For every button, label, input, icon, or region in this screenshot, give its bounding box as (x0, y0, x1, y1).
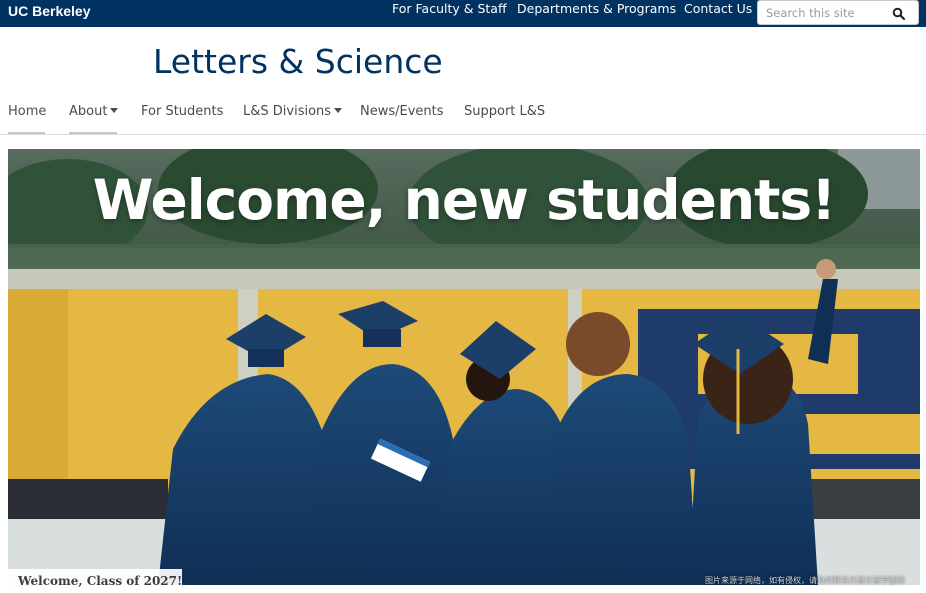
nav-about-underline (69, 132, 117, 134)
hero-caption: Welcome, Class of 2027! (18, 574, 183, 588)
image-watermark: 图片来源于网络，如有侵权，请及时联系托普仕留学删除 (705, 576, 905, 585)
nav-support-ls[interactable]: Support L&S (464, 103, 545, 121)
nav-ls-divisions[interactable]: L&S Divisions (243, 103, 343, 121)
nav-for-students-label: For Students (141, 104, 224, 119)
nav-home-label: Home (8, 104, 47, 119)
nav-support-ls-label: Support L&S (464, 104, 546, 119)
nav-news-events[interactable]: News/Events (360, 103, 444, 121)
nav-about-label: About (69, 104, 108, 119)
nav-home[interactable]: Home (8, 103, 46, 121)
nav-news-events-label: News/Events (360, 104, 444, 119)
nav-for-students[interactable]: For Students (141, 103, 223, 121)
nav-about[interactable]: About (69, 103, 119, 121)
main-nav: Home About For Students L&S Divisions Ne… (0, 96, 926, 135)
nav-home-underline (8, 132, 45, 134)
search-box (757, 0, 919, 25)
search-input[interactable] (766, 4, 886, 22)
hero-banner[interactable]: Welcome, new students! (8, 149, 920, 585)
search-icon[interactable] (892, 6, 906, 21)
caret-down-icon (110, 108, 119, 113)
caret-down-icon (334, 108, 343, 113)
uc-berkeley-logo[interactable]: UC Berkeley (8, 3, 91, 19)
top-link-departments-programs[interactable]: Departments & Programs (517, 1, 676, 17)
nav-ls-divisions-label: L&S Divisions (243, 104, 332, 119)
hero-heading: Welcome, new students! (92, 168, 836, 232)
top-link-contact-us[interactable]: Contact Us (684, 1, 752, 17)
top-bar: UC Berkeley For Faculty & Staff Departme… (0, 0, 926, 27)
top-link-faculty-staff[interactable]: For Faculty & Staff (392, 1, 507, 17)
site-title[interactable]: Letters & Science (153, 40, 443, 84)
